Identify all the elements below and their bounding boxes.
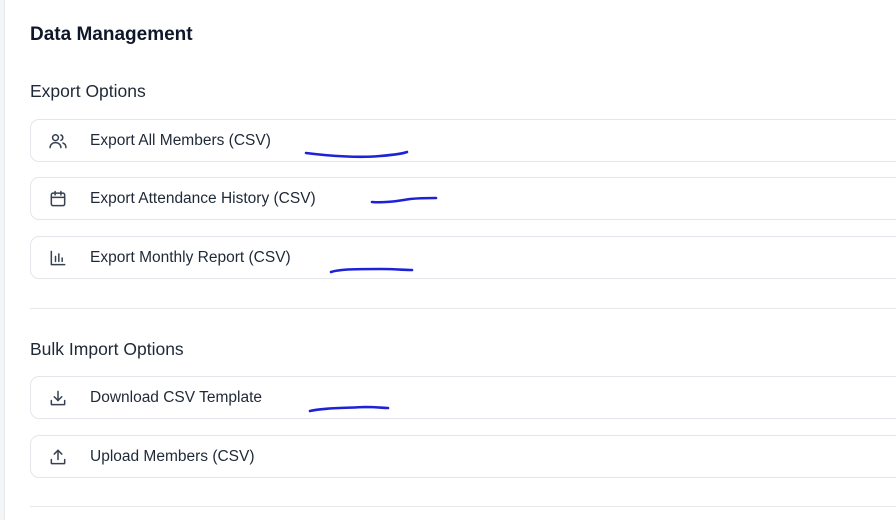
export-attendance-history-label: Export Attendance History (CSV) — [90, 190, 316, 207]
data-management-panel: Data Management Export Options Export Al… — [4, 0, 896, 520]
upload-icon — [48, 447, 68, 467]
section-divider — [30, 308, 896, 309]
upload-members-label: Upload Members (CSV) — [90, 448, 255, 465]
users-icon — [48, 131, 68, 151]
download-icon — [48, 388, 68, 408]
export-attendance-history-button[interactable]: Export Attendance History (CSV) — [30, 177, 896, 220]
download-csv-template-label: Download CSV Template — [90, 389, 263, 406]
export-all-members-button[interactable]: Export All Members (CSV) — [30, 119, 896, 162]
page-title: Data Management — [30, 24, 193, 45]
import-section-heading: Bulk Import Options — [30, 339, 184, 359]
export-monthly-report-label: Export Monthly Report (CSV) — [90, 249, 291, 266]
bar-chart-icon — [48, 248, 68, 268]
calendar-icon — [48, 189, 68, 209]
export-section-heading: Export Options — [30, 81, 146, 101]
export-all-members-label: Export All Members (CSV) — [90, 132, 271, 149]
upload-members-button[interactable]: Upload Members (CSV) — [30, 435, 896, 478]
bottom-divider — [30, 506, 896, 507]
download-csv-template-button[interactable]: Download CSV Template — [30, 376, 896, 419]
export-monthly-report-button[interactable]: Export Monthly Report (CSV) — [30, 236, 896, 279]
